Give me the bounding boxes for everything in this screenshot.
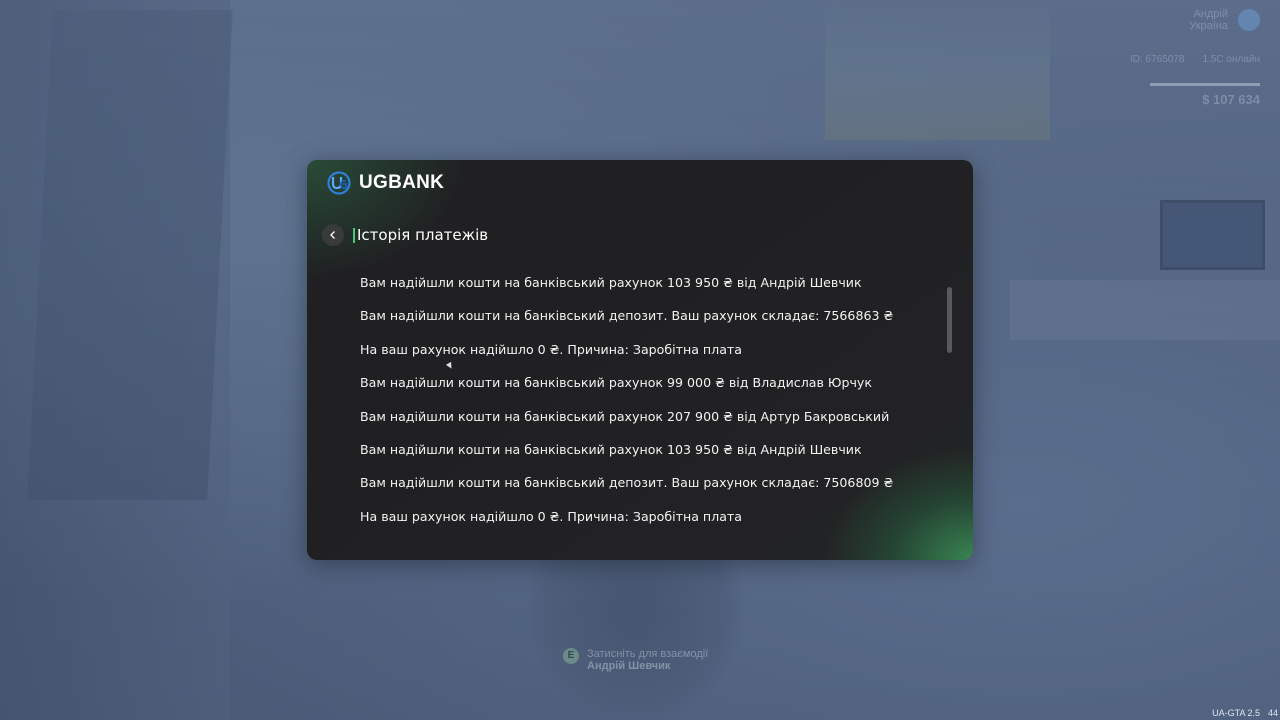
- list-item: Вам надійшли кошти на банківський депози…: [360, 308, 894, 324]
- key-badge: E: [563, 648, 579, 664]
- version-text: UA-GTA 2.5: [1212, 708, 1260, 718]
- chevron-left-icon: [330, 231, 335, 239]
- list-item: На ваш рахунок надійшло 0 ₴. Причина: За…: [360, 508, 742, 524]
- background-window: [825, 0, 1050, 140]
- page-header: Історія платежів: [322, 224, 488, 246]
- list-item: На ваш рахунок надійшло 0 ₴. Причина: За…: [360, 341, 742, 357]
- hud: Андрій Україна ID: 6765078 1.5С онлайн $…: [1130, 8, 1260, 107]
- hud-player-name: Андрій Україна: [1189, 8, 1228, 32]
- transaction-list: Вам надійшли кошти на банківський рахуно…: [360, 273, 920, 540]
- background-desk: [1010, 280, 1280, 340]
- ugbank-logo-icon: [327, 171, 351, 195]
- hud-id: ID: 6765078: [1130, 54, 1185, 65]
- list-item: Вам надійшли кошти на банківський рахуно…: [360, 375, 872, 391]
- version-label: UA-GTA 2.5 44: [1212, 708, 1280, 718]
- player-character: [530, 560, 740, 720]
- bank-panel: UGBANK Історія платежів Вам надійшли кош…: [307, 160, 973, 560]
- accent-line: [353, 227, 355, 243]
- page-title: Історія платежів: [357, 226, 489, 244]
- background-door: [27, 10, 233, 500]
- interaction-hint: E Затисніть для взаємодії Андрій Шевчик: [563, 648, 708, 672]
- back-button[interactable]: [322, 224, 344, 246]
- list-item: Вам надійшли кошти на банківський рахуно…: [360, 441, 862, 457]
- health-bar: [1150, 83, 1260, 86]
- background-monitor: [1160, 200, 1265, 270]
- fps-counter: 44: [1267, 708, 1278, 718]
- list-item: Вам надійшли кошти на банківський рахуно…: [360, 408, 890, 424]
- hud-money: $ 107 634: [1202, 92, 1260, 107]
- hint-text: Затисніть для взаємодії: [587, 648, 709, 660]
- brand-name: UGBANK: [359, 172, 445, 193]
- scrollbar[interactable]: [947, 287, 952, 353]
- list-item: Вам надійшли кошти на банківський депози…: [360, 475, 894, 491]
- hud-online: 1.5С онлайн: [1202, 54, 1261, 65]
- list-item: Вам надійшли кошти на банківський рахуно…: [360, 275, 862, 290]
- avatar: [1238, 9, 1260, 31]
- hint-name: Андрій Шевчик: [587, 660, 671, 672]
- brand: UGBANK: [327, 171, 444, 195]
